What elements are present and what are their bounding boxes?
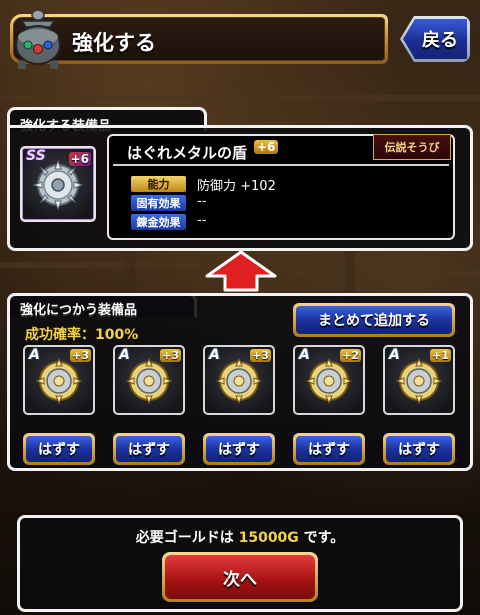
material-equipment-1[interactable]: A +3 bbox=[23, 345, 95, 415]
material-panel-heading-text: 強化につかう装備品 bbox=[20, 303, 138, 318]
remove-button-3[interactable]: はずす bbox=[203, 433, 275, 465]
remove-button-label: はずす bbox=[206, 436, 272, 462]
equipment-name: はぐれメタルの盾 bbox=[127, 144, 248, 162]
stat-value-alchemy-effect: -- bbox=[197, 213, 207, 228]
remove-button-label: はずす bbox=[296, 436, 362, 462]
gold-shield-icon bbox=[125, 358, 173, 405]
remove-button-4[interactable]: はずす bbox=[293, 433, 365, 465]
gold-shield-icon bbox=[35, 358, 83, 405]
material-heading-overlay: 強化につかう装備品 bbox=[10, 296, 196, 318]
gold-shield-icon bbox=[395, 358, 443, 405]
material-slot-1: A +3 はずす bbox=[23, 345, 95, 465]
material-equipment-3[interactable]: A +3 bbox=[203, 345, 275, 415]
material-slot-4: A +2 はずす bbox=[293, 345, 365, 465]
gold-prefix: 必要ゴールドは bbox=[135, 530, 239, 546]
stat-value-ability: 防御力 +102 bbox=[197, 179, 276, 194]
equipment-plus: +6 bbox=[254, 140, 279, 154]
gold-amount: 15000G bbox=[238, 530, 299, 546]
back-button-label: 戻る bbox=[403, 19, 467, 59]
success-rate: 成功確率：100% bbox=[25, 327, 139, 343]
remove-button-label: はずす bbox=[116, 436, 182, 462]
remove-button-label: はずす bbox=[386, 436, 452, 462]
back-button[interactable]: 戻る bbox=[400, 16, 470, 62]
remove-button-2[interactable]: はずす bbox=[113, 433, 185, 465]
material-slot-2: A +3 はずす bbox=[113, 345, 185, 465]
divider bbox=[113, 164, 449, 166]
equipment-info-card: はぐれメタルの盾 +6 伝説そうび 能力 防御力 +102 固有効果 -- 錬金… bbox=[107, 134, 455, 240]
shelf bbox=[0, 95, 480, 101]
material-equipment-2[interactable]: A +3 bbox=[113, 345, 185, 415]
target-equipment-slot[interactable]: SS +6 bbox=[20, 146, 96, 222]
gold-shield-icon bbox=[305, 358, 353, 405]
material-slot-5: A +1 はずす bbox=[383, 345, 455, 465]
page-title: 強化する bbox=[72, 31, 156, 55]
rarity-tag-label: 伝説そうび bbox=[384, 141, 440, 154]
next-button-label: 次へ bbox=[165, 555, 315, 599]
rarity-tag: 伝説そうび bbox=[373, 134, 451, 160]
remove-button-5[interactable]: はずす bbox=[383, 433, 455, 465]
gold-requirement: 必要ゴールドは 15000G です。 bbox=[0, 527, 480, 547]
arrow-up-icon bbox=[205, 250, 277, 292]
stat-value-unique-effect: -- bbox=[197, 194, 207, 209]
gold-suffix: です。 bbox=[298, 530, 345, 546]
shelf bbox=[290, 270, 480, 276]
material-slot-3: A +3 はずす bbox=[203, 345, 275, 465]
add-all-button[interactable]: まとめて追加する bbox=[293, 303, 455, 337]
stat-label-alchemy-effect: 錬金効果 bbox=[131, 214, 186, 230]
stat-label-unique-effect: 固有効果 bbox=[131, 195, 186, 211]
remove-button-1[interactable]: はずす bbox=[23, 433, 95, 465]
shelf bbox=[0, 262, 200, 268]
material-equipment-5[interactable]: A +1 bbox=[383, 345, 455, 415]
alchemy-pot-icon bbox=[15, 9, 61, 69]
material-equipment-4[interactable]: A +2 bbox=[293, 345, 365, 415]
remove-button-label: はずす bbox=[26, 436, 92, 462]
gold-shield-icon bbox=[215, 358, 263, 405]
next-button[interactable]: 次へ bbox=[162, 552, 318, 602]
stat-label-ability: 能力 bbox=[131, 176, 186, 192]
add-all-button-label: まとめて追加する bbox=[296, 306, 452, 334]
metal-shield-icon bbox=[32, 160, 84, 211]
